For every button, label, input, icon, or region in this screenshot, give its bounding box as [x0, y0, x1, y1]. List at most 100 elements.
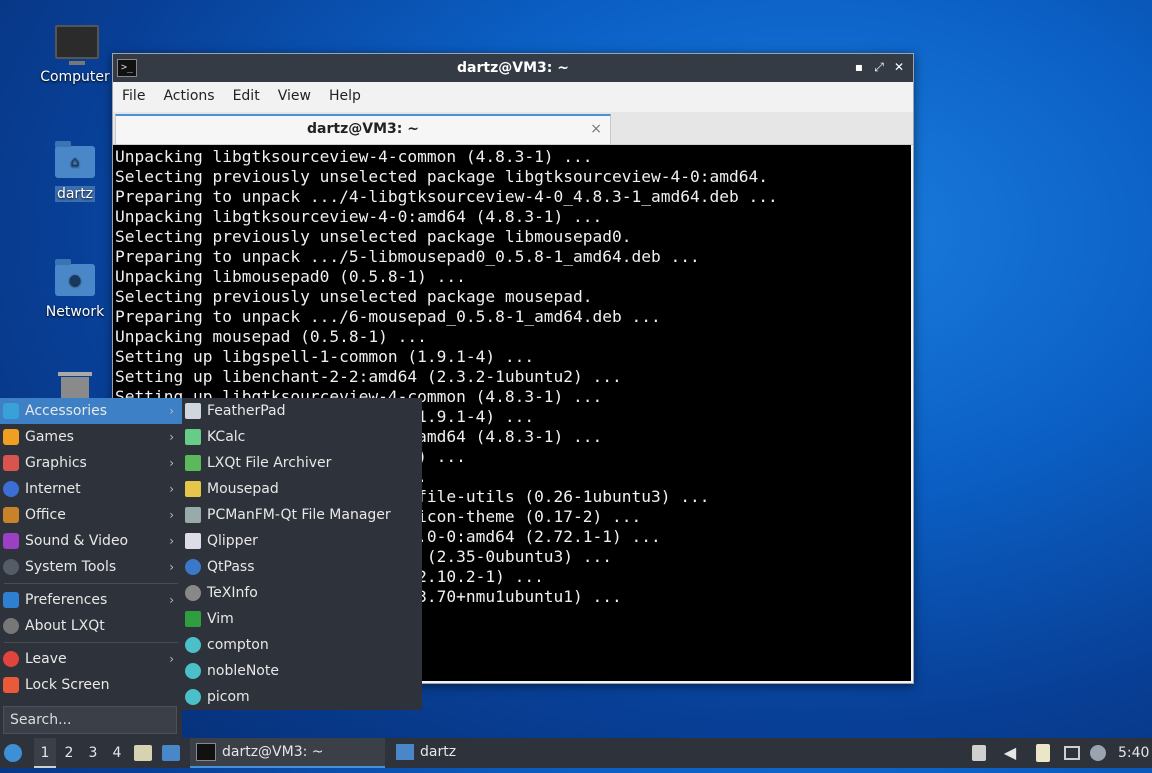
menu-about-lxqt[interactable]: About LXQt: [0, 613, 182, 639]
desktop-icon-home[interactable]: ⌂ dartz: [35, 141, 115, 202]
menu-search-input[interactable]: Search...: [3, 706, 177, 734]
menu-preferences[interactable]: Preferences ›: [0, 587, 182, 613]
power-icon: [3, 651, 19, 667]
app-label: PCManFM-Qt File Manager: [207, 507, 391, 523]
tab-terminal[interactable]: dartz@VM3: ~ ×: [115, 114, 611, 144]
menu-help[interactable]: Help: [320, 82, 370, 104]
app-vim[interactable]: Vim: [182, 606, 422, 632]
updates-tray-button[interactable]: [1090, 738, 1110, 768]
gear-icon: [185, 637, 201, 653]
menu-sound-video[interactable]: Sound & Video ›: [0, 528, 182, 554]
app-pcmanfm-qt[interactable]: PCManFM-Qt File Manager: [182, 502, 422, 528]
menu-item-label: Accessories: [25, 403, 108, 419]
lxqt-logo-icon: [4, 744, 22, 762]
menu-lock-screen[interactable]: Lock Screen: [0, 672, 182, 698]
eject-tray-button[interactable]: [972, 738, 990, 768]
maximize-button[interactable]: ⤢: [871, 59, 887, 75]
start-menu-button[interactable]: [4, 738, 28, 768]
updates-icon: [1090, 745, 1106, 761]
desktop-switch-2[interactable]: 2: [58, 738, 80, 768]
app-label: picom: [207, 689, 250, 705]
window-titlebar[interactable]: >_ dartz@VM3: ~ ▪ ⤢ ✕: [113, 54, 913, 82]
app-mousepad[interactable]: Mousepad: [182, 476, 422, 502]
clipboard-tray-button[interactable]: [1036, 738, 1054, 768]
network-tray-button[interactable]: [1064, 738, 1084, 768]
quicklaunch-file-manager[interactable]: [162, 738, 182, 768]
menu-system-tools[interactable]: System Tools ›: [0, 554, 182, 580]
menu-office[interactable]: Office ›: [0, 502, 182, 528]
app-label: LXQt File Archiver: [207, 455, 332, 471]
system-tools-icon: [3, 559, 19, 575]
info-icon: [185, 585, 201, 601]
app-noblenote[interactable]: nobleNote: [182, 658, 422, 684]
menu-item-label: Graphics: [25, 455, 87, 471]
desktop-icon-label: Network: [45, 304, 105, 320]
tab-close-icon[interactable]: ×: [590, 116, 602, 142]
menu-internet[interactable]: Internet ›: [0, 476, 182, 502]
desktop-icon-label: dartz: [54, 186, 96, 202]
app-featherpad[interactable]: FeatherPad: [182, 398, 422, 424]
clock[interactable]: 5:40: [1118, 738, 1152, 768]
network-icon: [1064, 746, 1080, 760]
minimize-button[interactable]: ▪: [851, 59, 867, 75]
task-dartz[interactable]: dartz: [392, 738, 552, 768]
clipboard-icon: [185, 533, 201, 549]
menu-games[interactable]: Games ›: [0, 424, 182, 450]
app-texinfo[interactable]: TeXInfo: [182, 580, 422, 606]
menu-item-label: Sound & Video: [25, 533, 129, 549]
accessories-submenu: FeatherPad KCalc LXQt File Archiver Mous…: [182, 398, 422, 710]
terminal-icon: [196, 743, 216, 761]
app-qlipper[interactable]: Qlipper: [182, 528, 422, 554]
desktop-icon-network[interactable]: ● Network: [35, 259, 115, 320]
chevron-right-icon: ›: [169, 482, 174, 496]
start-menu: Accessories › Games › Graphics › Interne…: [0, 398, 182, 738]
clipboard-icon: [1036, 744, 1050, 762]
desktop-switch-1[interactable]: 1: [34, 738, 56, 768]
eject-icon: [972, 745, 986, 761]
gear-icon: [185, 689, 201, 705]
chevron-right-icon: ›: [169, 560, 174, 574]
menu-file[interactable]: File: [113, 82, 154, 104]
menu-accessories[interactable]: Accessories ›: [0, 398, 182, 424]
tab-bar: dartz@VM3: ~ ×: [113, 112, 913, 145]
chevron-right-icon: ›: [169, 430, 174, 444]
desktop-switch-4[interactable]: 4: [106, 738, 128, 768]
show-desktop-button[interactable]: [134, 738, 154, 768]
folder-icon: [162, 745, 180, 761]
sound-video-icon: [3, 533, 19, 549]
menu-item-label: About LXQt: [25, 618, 105, 634]
close-button[interactable]: ✕: [891, 59, 907, 75]
app-compton[interactable]: compton: [182, 632, 422, 658]
desktop-icon-computer[interactable]: Computer: [35, 25, 115, 85]
app-kcalc[interactable]: KCalc: [182, 424, 422, 450]
menu-leave[interactable]: Leave ›: [0, 646, 182, 672]
tab-label: dartz@VM3: ~: [307, 121, 419, 137]
note-icon: [185, 663, 201, 679]
mousepad-icon: [185, 481, 201, 497]
app-label: Mousepad: [207, 481, 279, 497]
task-label: dartz@VM3: ~: [222, 744, 324, 760]
task-terminal[interactable]: dartz@VM3: ~: [190, 738, 385, 768]
menu-item-label: Internet: [25, 481, 81, 497]
menu-item-label: System Tools: [25, 559, 117, 575]
app-file-archiver[interactable]: LXQt File Archiver: [182, 450, 422, 476]
chevron-right-icon: ›: [169, 404, 174, 418]
task-label: dartz: [420, 744, 457, 760]
volume-icon: ◀: [1003, 743, 1017, 762]
menu-item-label: Lock Screen: [25, 677, 110, 693]
menu-graphics[interactable]: Graphics ›: [0, 450, 182, 476]
lock-icon: [3, 677, 19, 693]
archiver-icon: [185, 455, 201, 471]
app-picom[interactable]: picom: [182, 684, 422, 710]
volume-button[interactable]: ◀: [1000, 738, 1020, 768]
app-qtpass[interactable]: QtPass: [182, 554, 422, 580]
desktop-switch-3[interactable]: 3: [82, 738, 104, 768]
desktop-icon-label: Computer: [40, 69, 110, 85]
menu-view[interactable]: View: [269, 82, 320, 104]
menu-actions[interactable]: Actions: [154, 82, 223, 104]
app-label: Qlipper: [207, 533, 258, 549]
menu-edit[interactable]: Edit: [224, 82, 269, 104]
office-icon: [3, 507, 19, 523]
chevron-right-icon: ›: [169, 508, 174, 522]
show-desktop-icon: [134, 745, 152, 761]
